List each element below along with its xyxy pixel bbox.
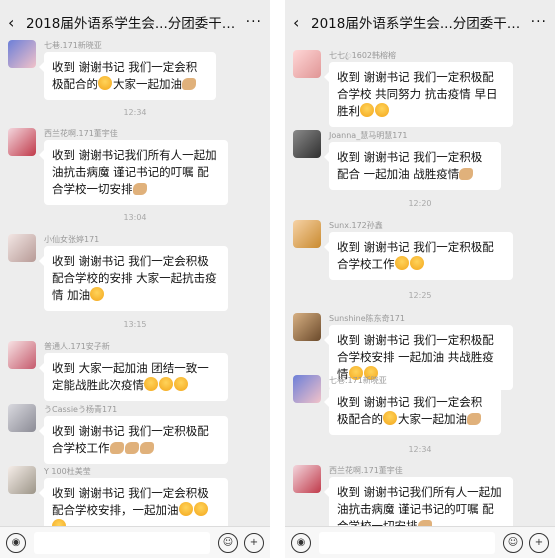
sender-name: Sunshine陈东奇171	[329, 314, 405, 323]
avatar[interactable]	[293, 220, 321, 248]
smile-emoji-icon	[193, 502, 208, 516]
sender-name: 西兰花啊.171董宇佳	[44, 129, 118, 138]
more-icon[interactable]: ···	[246, 14, 262, 30]
sender-name: 七巷.171新晓亚	[329, 376, 387, 385]
flex-arm-emoji-icon	[182, 78, 196, 90]
sender-name: 七巷.171新晓亚	[44, 41, 102, 50]
message-bubble[interactable]: 收到 谢谢书记 我们一定会积极配合学校的安排 大家一起抗击疫情 加油	[39, 246, 228, 311]
more-icon[interactable]: ···	[531, 14, 547, 30]
chat-title: 2018届外语系学生会...分团委干部群(26)	[26, 16, 246, 32]
smile-emoji-icon	[90, 287, 105, 301]
message-bubble[interactable]: 收到 谢谢书记 我们一定积极配合学校工作	[324, 232, 513, 280]
plus-icon[interactable]: +	[244, 532, 264, 553]
avatar[interactable]	[8, 466, 36, 494]
chat-header: ‹ 2018届外语系学生会...分团委干部群(26) ···	[285, 0, 555, 44]
avatar[interactable]	[8, 404, 36, 432]
timestamp: 12:25	[408, 291, 432, 300]
smile-emoji-icon	[174, 377, 188, 391]
timestamp: 13:04	[123, 213, 147, 222]
message-bubble[interactable]: 收到 大家一起加油 团结一致一定能战胜此次疫情	[39, 353, 228, 401]
smile-emoji-icon	[409, 256, 424, 270]
flex-arm-emoji-icon	[459, 168, 474, 180]
sender-name: Sunx.172孙鑫	[329, 221, 383, 230]
message-bubble[interactable]: 收到 谢谢书记 我们一定会积极配合的 大家一起加油	[39, 52, 216, 100]
chat-header: ‹ 2018届外语系学生会...分团委干部群(26) ···	[0, 0, 270, 44]
flex-arm-emoji-icon	[132, 183, 147, 195]
input-bar: ◉ ☺ +	[285, 526, 555, 558]
sender-name: 小仙女张婷171	[44, 235, 100, 244]
avatar[interactable]	[293, 50, 321, 78]
timestamp: 12:34	[408, 445, 432, 454]
message-input[interactable]	[34, 531, 210, 554]
back-icon[interactable]: ‹	[293, 13, 311, 32]
message-bubble[interactable]: 收到 谢谢书记我们所有人一起加油抗击病魔 谨记书记的叮嘱 配合学校一切安排	[39, 140, 228, 205]
avatar[interactable]	[293, 130, 321, 158]
avatar[interactable]	[8, 234, 36, 262]
timestamp: 13:15	[123, 320, 147, 329]
timestamp: 12:20	[408, 199, 432, 208]
smile-emoji-icon	[394, 256, 409, 270]
smile-emoji-icon	[98, 76, 112, 90]
smile-emoji-icon	[360, 103, 374, 117]
message-bubble[interactable]: 收到 谢谢书记 我们一定积极配合学校工作	[39, 416, 228, 464]
message-text-2: 大家一起加油	[398, 412, 467, 426]
sender-name: 普通人.171安子新	[44, 342, 110, 351]
voice-icon[interactable]: ◉	[291, 532, 311, 553]
sender-name: Y 100杜美莹	[44, 467, 91, 476]
flex-arm-emoji-icon	[109, 442, 124, 454]
avatar[interactable]	[8, 40, 36, 68]
smile-emoji-icon	[144, 377, 158, 391]
emoji-icon[interactable]: ☺	[218, 532, 238, 553]
left-chat-panel: … ‹ 2018届外语系学生会...分团委干部群(26) ··· 七巷.171新…	[0, 0, 270, 558]
avatar[interactable]	[293, 313, 321, 341]
avatar[interactable]	[293, 465, 321, 493]
smile-emoji-icon	[178, 502, 193, 516]
avatar[interactable]	[293, 375, 321, 403]
flex-arm-emoji-icon	[124, 442, 139, 454]
sender-name: うCassieう杨青171	[44, 405, 118, 414]
input-bar: ◉ ☺ +	[0, 526, 270, 558]
message-bubble[interactable]: 收到 谢谢书记 我们一定积极配合 一起加油 战胜疫情	[324, 142, 501, 190]
sender-name: 西兰花啊.171董宇佳	[329, 466, 403, 475]
smile-emoji-icon	[375, 103, 389, 117]
plus-icon[interactable]: +	[529, 532, 549, 553]
emoji-icon[interactable]: ☺	[503, 532, 523, 553]
message-text: 收到 谢谢书记 我们一定会积极配合学校的安排 大家一起抗击疫情 加油	[52, 254, 217, 302]
back-icon[interactable]: ‹	[8, 13, 26, 32]
smile-emoji-icon	[383, 411, 397, 425]
avatar[interactable]	[8, 128, 36, 156]
avatar[interactable]	[8, 341, 36, 369]
right-chat-panel: ‹ 2018届外语系学生会...分团委干部群(26) ··· 七七ꦿ1602韩榕…	[285, 0, 555, 558]
message-input[interactable]	[319, 531, 495, 554]
message-bubble[interactable]: 收到 谢谢书记 我们一定会积极配合的 大家一起加油	[324, 387, 501, 435]
message-bubble[interactable]: 收到 谢谢书记 我们一定积极配合学校 共同努力 抗击疫情 早日胜利	[324, 62, 513, 127]
smile-emoji-icon	[159, 377, 173, 391]
timestamp: 12:34	[123, 108, 147, 117]
voice-icon[interactable]: ◉	[6, 532, 26, 553]
message-text-2: 大家一起加油	[113, 77, 182, 91]
sender-name: Joanna_慧马明慧171	[329, 131, 408, 140]
flex-arm-emoji-icon	[467, 413, 481, 425]
flex-arm-emoji-icon	[139, 442, 154, 454]
chat-title: 2018届外语系学生会...分团委干部群(26)	[311, 16, 531, 32]
